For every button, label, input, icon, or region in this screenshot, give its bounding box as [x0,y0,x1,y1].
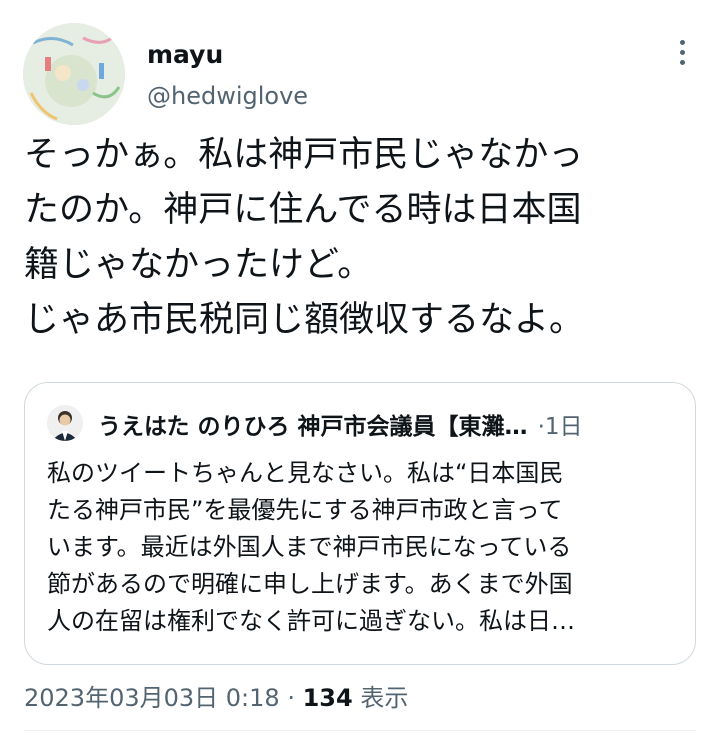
views-count: 134 [302,684,353,712]
author-handle[interactable]: @hedwiglove [147,82,308,110]
divider [24,730,696,731]
quoted-text-line: 節があるので明確に申し上げます。あくまで外国 [47,570,573,598]
quoted-text-line: 私のツイートちゃんと見なさい。私は“日本国民 [47,459,564,487]
quoted-author-name[interactable]: うえはた のりひろ 神戸市会議員【東灘… [98,414,528,440]
author-name[interactable]: mayu [147,40,223,69]
quoted-text-line: たる神戸市民”を最優先にする神戸市政と言って [47,496,563,524]
quoted-author-avatar [47,405,83,441]
tweet-text-line: そっかぁ。私は神戸市民じゃなかっ [24,135,584,175]
quoted-text-line: 人の在留は権利でなく許可に過ぎない。私は日… [47,607,575,635]
tweet-timestamp[interactable]: 2023年03月03日 0:18 [24,684,280,712]
author-avatar[interactable] [23,23,125,125]
avatar-art-icon [23,23,125,125]
tweet-meta: 2023年03月03日 0:18 · 134 表示 [24,678,408,713]
quoted-header: うえはた のりひろ 神戸市会議員【東灘… ·1日 [98,407,583,441]
quoted-text-line: います。最近は外国人まで神戸市民になっている [47,533,572,561]
quoted-tweet-card[interactable]: うえはた のりひろ 神戸市会議員【東灘… ·1日 私のツイートちゃんと見なさい。私… [24,382,696,665]
tweet-text-line: 籍じゃなかったけど。 [24,245,373,285]
tweet-text-line: じゃあ市民税同じ額徴収するなよ。 [24,300,585,340]
quoted-separator: · [537,414,545,440]
tweet-text-line: たのか。神戸に住んでる時は日本国 [24,190,582,230]
more-options-icon[interactable] [672,40,692,70]
tweet-text: そっかぁ。私は神戸市民じゃなかっ たのか。神戸に住んでる時は日本国 籍じゃなかっ… [24,128,704,348]
quoted-text: 私のツイートちゃんと見なさい。私は“日本国民 たる神戸市民”を最優先にする神戸市… [47,455,677,640]
quoted-avatar-icon [47,405,83,441]
quoted-time[interactable]: 1日 [545,414,583,440]
meta-separator: · [287,684,295,712]
views-label: 表示 [360,684,409,712]
